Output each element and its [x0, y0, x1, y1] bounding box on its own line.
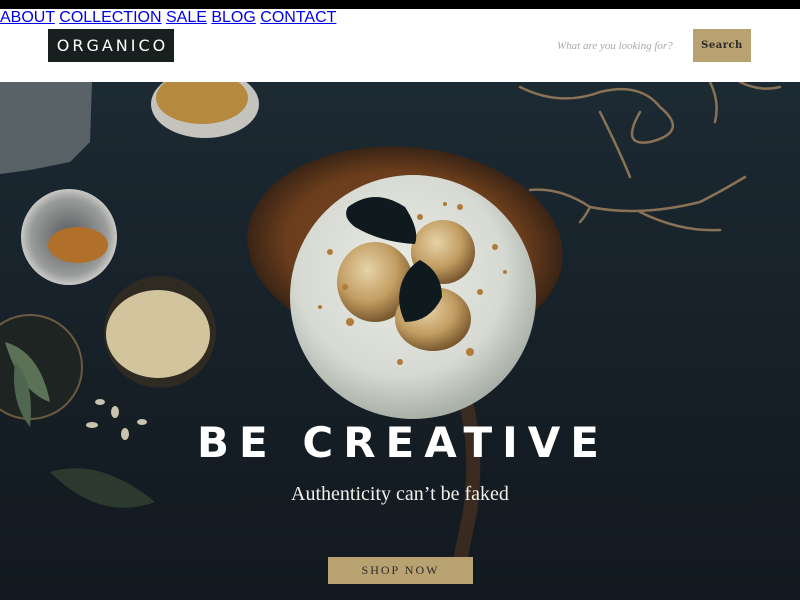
main-nav: ABOUT COLLECTION SALE BLOG CONTACT — [0, 9, 800, 27]
nav-item-collection[interactable]: COLLECTION — [59, 9, 161, 26]
site-header: ORGANICO ABOUT COLLECTION SALE BLOG CONT… — [0, 9, 800, 82]
hero-title: BE CREATIVE — [197, 418, 609, 467]
nav-item-about[interactable]: ABOUT — [0, 9, 55, 26]
cloth-napkin — [0, 82, 92, 174]
search-input[interactable] — [550, 33, 692, 59]
hero-banner: BE CREATIVE Authenticity can’t be faked — [0, 82, 800, 600]
search-button[interactable]: Search — [693, 29, 751, 62]
nav-item-sale[interactable]: SALE — [166, 9, 207, 26]
shop-now-button[interactable]: SHOP NOW — [328, 557, 473, 584]
bowl-leaves — [0, 314, 83, 420]
nav-item-blog[interactable]: BLOG — [211, 9, 255, 26]
twigs — [518, 82, 782, 232]
hero-background-image — [0, 82, 782, 584]
site-logo[interactable]: ORGANICO — [48, 29, 174, 62]
top-black-bar — [0, 0, 800, 9]
nav-item-contact[interactable]: CONTACT — [260, 9, 336, 26]
hero-subtitle: Authenticity can’t be faked — [291, 483, 509, 505]
